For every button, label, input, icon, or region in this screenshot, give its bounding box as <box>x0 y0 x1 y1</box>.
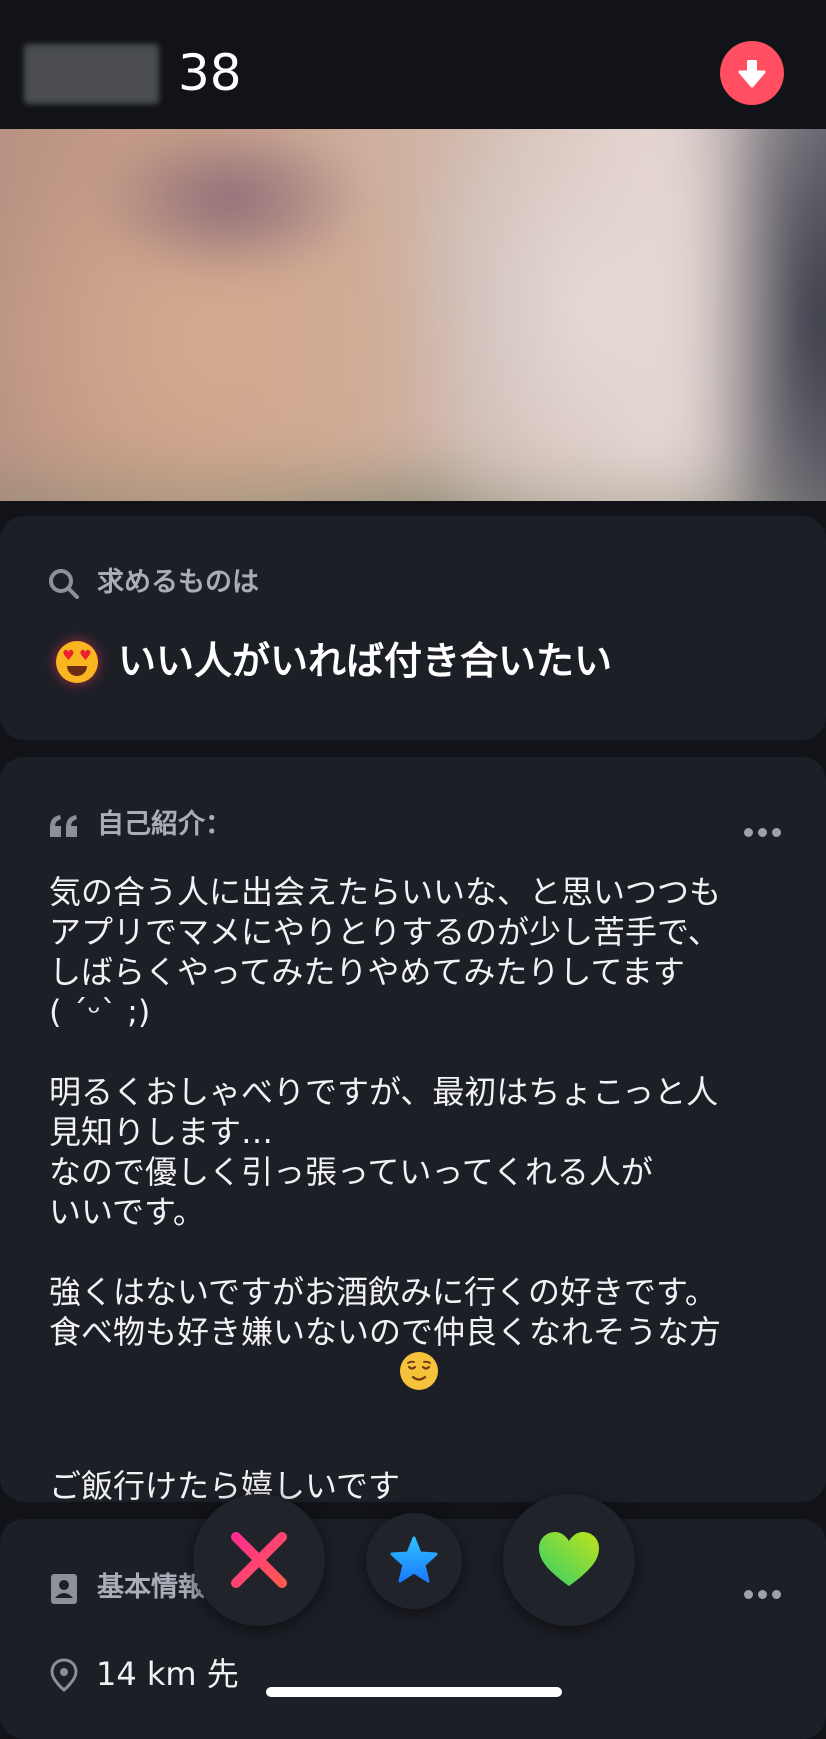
heart-icon <box>539 1532 599 1586</box>
seeking-label: 求めるものは <box>97 567 259 598</box>
bio-body: 気の合う人に出会えたらいいな、と思いつつも アプリでマメにやりとりするのが少し苦… <box>49 873 722 1505</box>
collapse-profile-button[interactable] <box>720 41 784 105</box>
like-button[interactable] <box>503 1494 635 1626</box>
x-icon <box>231 1532 287 1588</box>
home-indicator[interactable] <box>266 1687 562 1697</box>
intro-label: 自己紹介： <box>97 809 232 840</box>
profile-photo[interactable] <box>0 129 826 501</box>
id-card-icon <box>51 1574 77 1604</box>
basic-more-icon[interactable] <box>744 1584 786 1603</box>
intro-more-icon[interactable] <box>744 822 786 841</box>
blurred-photo <box>0 129 826 501</box>
arrow-down-icon <box>738 60 766 88</box>
bio-text: 気の合う人に出会えたらいいな、と思いつつも アプリでマメにやりとりするのが少し苦… <box>49 872 789 1506</box>
heart-eyes-emoji: ♥ ♥ <box>56 641 98 683</box>
super-like-button[interactable] <box>366 1513 462 1609</box>
basic-info-label: 基本情報 <box>97 1572 205 1603</box>
quote-icon <box>50 815 77 837</box>
distance: 14 km 先 <box>96 1655 239 1693</box>
nope-button[interactable] <box>193 1494 325 1626</box>
location-pin-icon <box>50 1658 78 1692</box>
profile-header: 38 <box>0 0 826 129</box>
blurred-name <box>24 44 159 104</box>
star-icon <box>390 1536 438 1583</box>
seeking-value: いい人がいれば付き合いたい <box>118 639 613 683</box>
seeking-card <box>0 516 826 740</box>
relieved-emoji <box>400 1352 439 1390</box>
age: 38 <box>178 44 242 102</box>
search-icon <box>49 569 79 599</box>
